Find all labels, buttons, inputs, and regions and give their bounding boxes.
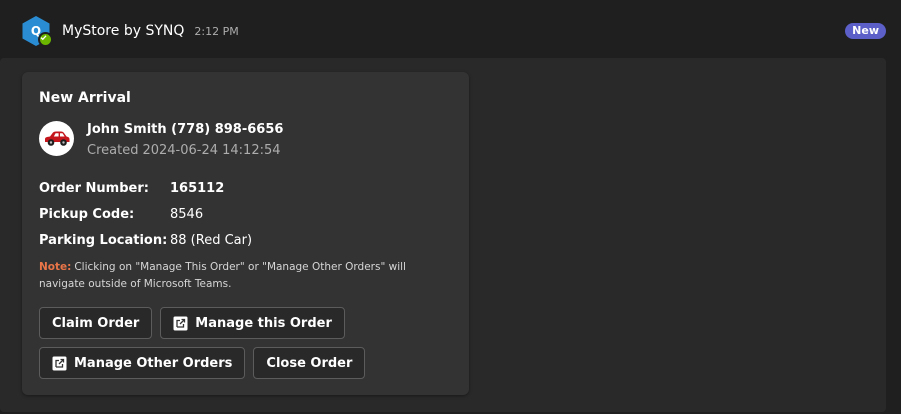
message-timestamp: 2:12 PM bbox=[194, 24, 239, 38]
red-car-icon bbox=[39, 121, 74, 156]
note-text: Clicking on "Manage This Order" or "Mana… bbox=[39, 261, 406, 290]
button-label: Manage Other Orders bbox=[74, 355, 233, 371]
available-check-icon bbox=[38, 32, 53, 47]
claim-order-button[interactable]: Claim Order bbox=[39, 307, 153, 339]
created-timestamp: Created 2024-06-24 14:12:54 bbox=[87, 143, 281, 158]
fact-value: 8546 bbox=[170, 206, 204, 222]
fact-key: Pickup Code: bbox=[39, 206, 135, 222]
app-name[interactable]: MyStore by SYNQ bbox=[62, 23, 184, 39]
button-label: Claim Order bbox=[52, 315, 140, 331]
fact-row-pickup-code: Pickup Code: 8546 bbox=[39, 201, 252, 227]
created-label: Created bbox=[87, 143, 139, 158]
card-actions: Claim Order Manage this Order Manage Oth… bbox=[39, 307, 459, 387]
button-label: Close Order bbox=[266, 355, 353, 371]
card-title: New Arrival bbox=[39, 90, 131, 106]
new-badge: New bbox=[845, 23, 886, 39]
manage-other-orders-button[interactable]: Manage Other Orders bbox=[39, 347, 246, 379]
navigation-note: Note: Clicking on "Manage This Order" or … bbox=[39, 259, 449, 293]
fact-row-order-number: Order Number: 165112 bbox=[39, 175, 252, 201]
created-value: 2024-06-24 14:12:54 bbox=[142, 143, 281, 158]
app-avatar[interactable]: Q bbox=[20, 15, 53, 47]
fact-value: 88 (Red Car) bbox=[170, 232, 253, 248]
note-label: Note: bbox=[39, 261, 72, 273]
message-header: Q MyStore by SYNQ 2:12 PM bbox=[20, 14, 239, 48]
action-row: Claim Order Manage this Order bbox=[39, 307, 459, 339]
adaptive-card: New Arrival John Smith (778) 898-6656 Cr… bbox=[22, 72, 469, 395]
button-label: Manage this Order bbox=[195, 315, 332, 331]
open-external-icon bbox=[52, 356, 67, 371]
fact-row-parking-location: Parking Location: 88 (Red Car) bbox=[39, 227, 252, 253]
customer-name-phone: John Smith (778) 898-6656 bbox=[87, 122, 284, 137]
fact-value: 165112 bbox=[170, 180, 225, 196]
action-row: Manage Other Orders Close Order bbox=[39, 347, 459, 379]
fact-key: Parking Location: bbox=[39, 232, 168, 248]
fact-key: Order Number: bbox=[39, 180, 149, 196]
open-external-icon bbox=[173, 316, 188, 331]
order-facts: Order Number: 165112 Pickup Code: 8546 P… bbox=[39, 175, 252, 253]
manage-this-order-button[interactable]: Manage this Order bbox=[160, 307, 345, 339]
close-order-button[interactable]: Close Order bbox=[253, 347, 366, 379]
